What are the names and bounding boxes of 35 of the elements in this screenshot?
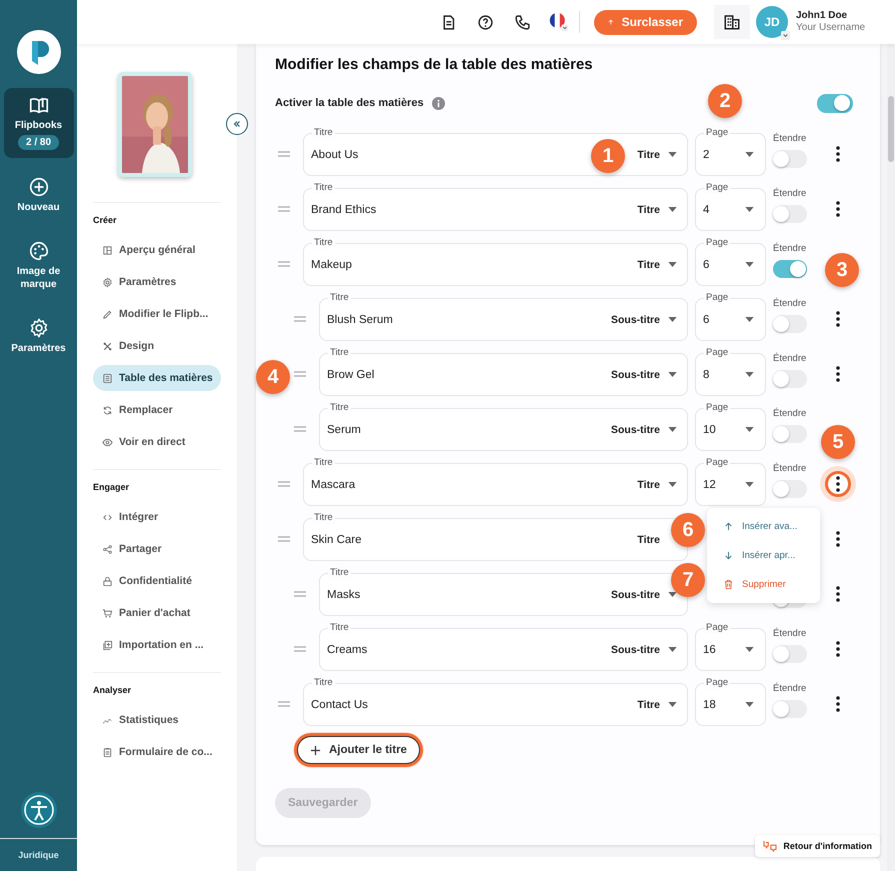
expand-label: Étendre	[773, 408, 806, 419]
sidebar-label: Voir en direct	[119, 436, 186, 448]
sidebar-label: Panier d'achat	[119, 607, 190, 619]
rail-label: Nouveau	[16, 201, 61, 214]
count-badge: 2 / 80	[18, 135, 60, 150]
rail-label: Paramètres	[10, 342, 67, 355]
expand-label: Étendre	[773, 188, 806, 199]
sidebar-label: Modifier le Flipb...	[119, 308, 208, 320]
expand-label: Étendre	[773, 628, 806, 639]
sidebar-label: Remplacer	[119, 404, 173, 416]
sidebar-label: Statistiques	[119, 714, 179, 726]
rail-label: Flipbooks	[14, 119, 64, 132]
user-name: John1 Doe	[796, 10, 848, 22]
expand-label: Étendre	[773, 243, 806, 254]
rail-label: Image de marque	[16, 265, 62, 291]
expand-label: Étendre	[773, 463, 806, 474]
sidebar-label: Confidentialité	[119, 575, 192, 587]
expand-label: Étendre	[773, 133, 806, 144]
sidebar-label: Intégrer	[119, 511, 158, 523]
section-heading: Engager	[93, 482, 130, 492]
expand-label: Étendre	[773, 353, 806, 364]
sidebar-label: Formulaire de co...	[119, 746, 212, 758]
sidebar-label: Importation en ...	[119, 639, 204, 651]
page-title: Modifier les champs de la table des matières	[275, 56, 594, 73]
user-username: Your Username	[796, 22, 866, 34]
sidebar-label: Aperçu général	[119, 244, 196, 256]
sidebar-label: Table des matières	[119, 372, 213, 384]
expand-label: Étendre	[773, 298, 806, 309]
sidebar-label: Paramètres	[119, 276, 176, 288]
expand-label: Étendre	[773, 683, 806, 694]
section-heading: Créer	[93, 215, 118, 225]
sidebar-label: Design	[119, 340, 154, 352]
setting-label: Activer la table des matières	[275, 97, 424, 109]
sidebar-label: Partager	[119, 543, 162, 555]
section-heading: Analyser	[93, 685, 132, 695]
